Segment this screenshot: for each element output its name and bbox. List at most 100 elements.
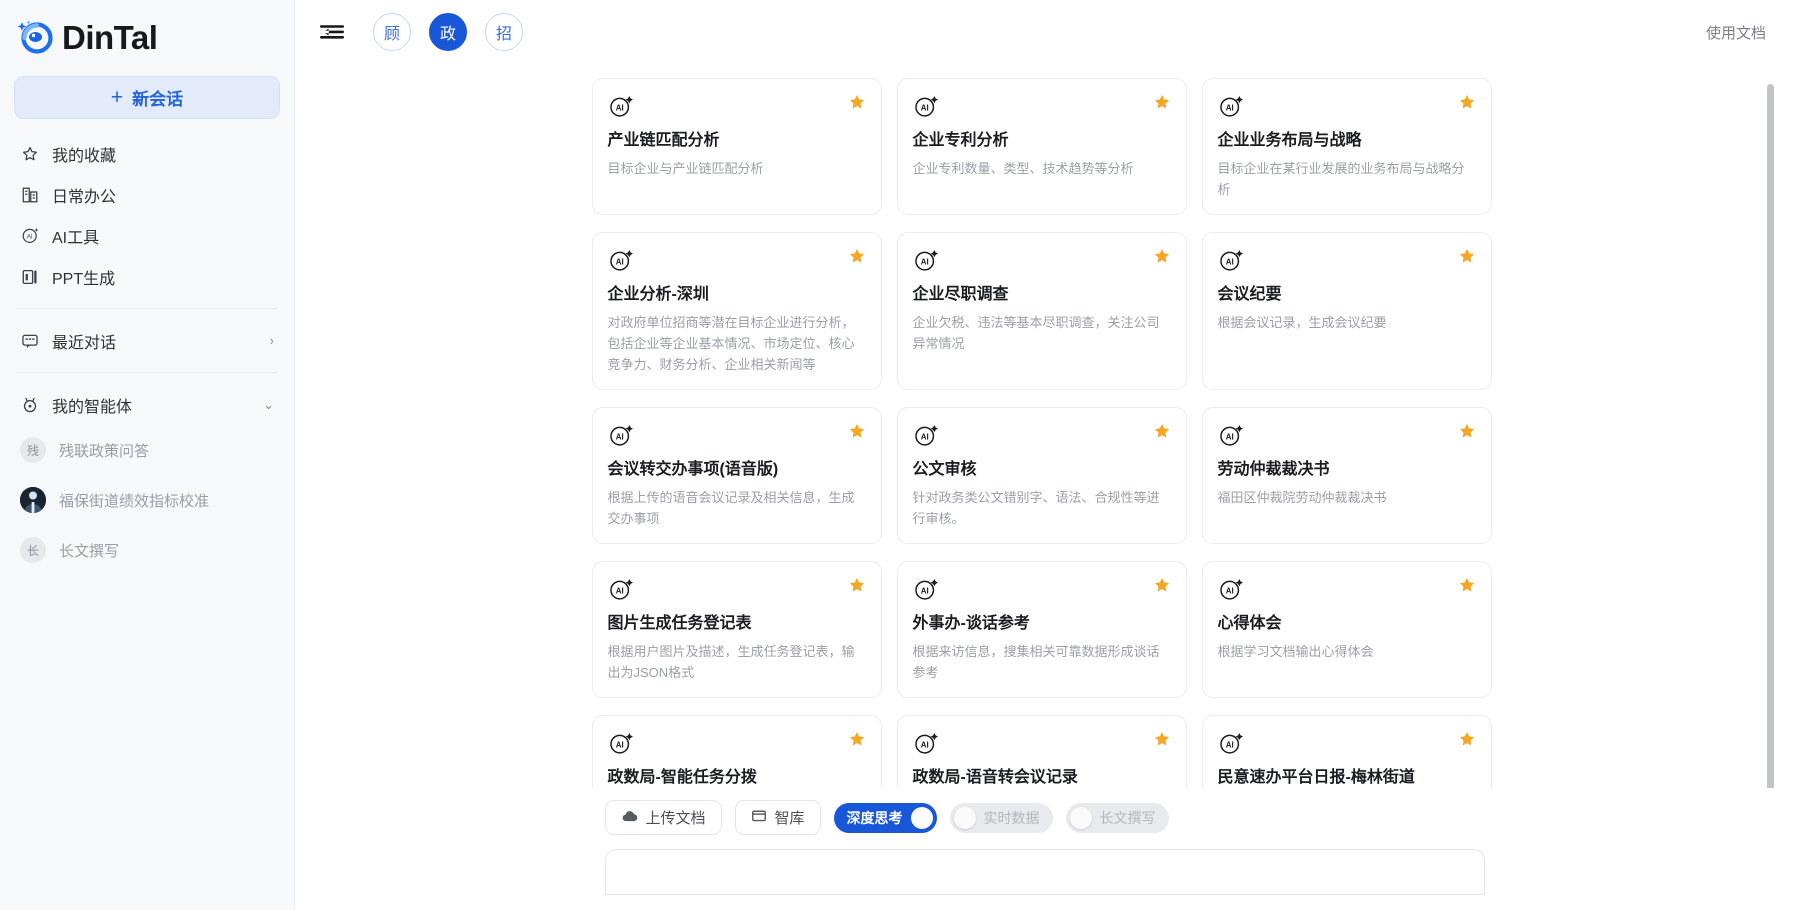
favorite-star-icon[interactable] [1458,730,1476,748]
agent-card[interactable]: AI会议纪要根据会议记录，生成会议纪要 [1202,232,1492,390]
sidebar-item-label: 我的收藏 [52,142,116,166]
sidebar-item-ai-tools[interactable]: AI AI工具 [10,215,284,256]
chat-input[interactable] [605,849,1485,895]
cards-scroll-container[interactable]: AI产业链匹配分析目标企业与产业链匹配分析AI企业专利分析企业专利数量、类型、技… [295,64,1794,788]
pill-zhao[interactable]: 招 [485,13,523,51]
ai-badge-icon: AI [913,576,939,602]
sidebar-agent-item[interactable]: 长 长文撰写 [0,525,294,575]
sidebar: DinTal + 新会话 我的收藏 [0,0,295,910]
ai-badge-icon: AI [913,93,939,119]
sidebar-section-my-agents[interactable]: 我的智能体 ⌄ [0,384,294,425]
ai-badge-icon: AI [1218,247,1244,273]
workspace-pills: 顾 政 招 [373,13,523,51]
agent-card[interactable]: AI民意速办平台日报-梅林街道街道办当日重点工单处置情况 [1202,715,1492,788]
svg-text:AI: AI [1225,433,1233,442]
agent-card[interactable]: AI心得体会根据学习文档输出心得体会 [1202,561,1492,698]
agent-card[interactable]: AI外事办-谈话参考根据来访信息，搜集相关可靠数据形成谈话参考 [897,561,1187,698]
agent-card[interactable]: AI会议转交办事项(语音版)根据上传的语音会议记录及相关信息，生成交办事项 [592,407,882,544]
card-description: 目标企业与产业链匹配分析 [608,158,866,179]
sidebar-item-recent-chats[interactable]: 最近对话 › [0,320,294,361]
favorite-star-icon[interactable] [848,730,866,748]
toggle-deep-thinking[interactable]: 深度思考 [834,803,937,833]
brand-name: DinTal [62,21,157,54]
collapse-menu-icon[interactable] [315,17,349,47]
sidebar-divider-2 [16,372,278,373]
knowledge-base-icon [751,808,767,827]
card-header: AI [608,247,866,273]
svg-text:AI: AI [920,257,928,266]
favorite-star-icon[interactable] [848,422,866,440]
usage-docs-link[interactable]: 使用文档 [1706,25,1766,42]
card-title: 企业尽职调查 [913,285,1171,305]
agent-card[interactable]: AI公文审核针对政务类公文错别字、语法、合规性等进行审核。 [897,407,1187,544]
card-description: 对政府单位招商等潜在目标企业进行分析，包括企业等企业基本情况、市场定位、核心竞争… [608,312,866,375]
composer-toolbar: 上传文档 智库 深度思考 [592,800,1498,835]
ai-badge-icon: AI [608,576,634,602]
ppt-icon [20,267,40,287]
card-header: AI [608,93,866,119]
cards-region: AI产业链匹配分析目标企业与产业链匹配分析AI企业专利分析企业专利数量、类型、技… [295,64,1794,788]
toggle-knob [954,807,976,829]
card-header: AI [913,730,1171,756]
avatar: 长 [20,537,46,563]
card-header: AI [1218,730,1476,756]
agent-card[interactable]: AI劳动仲裁裁决书福田区仲裁院劳动仲裁裁决书 [1202,407,1492,544]
toggle-realtime-data[interactable]: 实时数据 [950,803,1053,833]
favorite-star-icon[interactable] [1458,576,1476,594]
toggle-long-form-writing[interactable]: 长文撰写 [1066,803,1169,833]
favorite-star-icon[interactable] [1153,247,1171,265]
agent-card[interactable]: AI图片生成任务登记表根据用户图片及描述，生成任务登记表，输出为JSON格式 [592,561,882,698]
ai-tool-icon: AI [20,226,40,246]
ai-badge-icon: AI [1218,730,1244,756]
app-root: DinTal + 新会话 我的收藏 [0,0,1794,910]
card-title: 政数局-智能任务分拨 [608,768,866,788]
agent-card[interactable]: AI 企业尽职调查企业欠税、违法等基本尽职调查，关注公司异常情况 [897,232,1187,390]
sidebar-item-label: AI工具 [52,224,99,248]
new-chat-button[interactable]: + 新会话 [14,76,280,119]
toggle-knob [911,807,933,829]
favorite-star-icon[interactable] [848,247,866,265]
sidebar-agent-item[interactable]: 残 残联政策问答 [0,425,294,475]
favorite-star-icon[interactable] [1153,576,1171,594]
chevron-down-icon: ⌄ [263,397,274,413]
agent-icon [20,395,40,415]
favorite-star-icon[interactable] [848,93,866,111]
card-title: 图片生成任务登记表 [608,614,866,634]
favorite-star-icon[interactable] [848,576,866,594]
agent-card[interactable]: AI产业链匹配分析目标企业与产业链匹配分析 [592,78,882,215]
agent-card[interactable]: AI政数局-智能任务分拨将督办任务分拨至相应责任单位 [592,715,882,788]
sidebar-item-ppt[interactable]: PPT生成 [10,256,284,297]
card-description: 企业欠税、违法等基本尽职调查，关注公司异常情况 [913,312,1171,354]
favorite-star-icon[interactable] [1458,93,1476,111]
favorite-star-icon[interactable] [1458,247,1476,265]
sidebar-agent-item[interactable]: 福保街道绩效指标校准 [0,475,294,525]
agent-card[interactable]: AI企业专利分析企业专利数量、类型、技术趋势等分析 [897,78,1187,215]
toggle-label: 长文撰写 [1100,808,1156,828]
knowledge-base-button[interactable]: 智库 [735,800,821,835]
favorite-star-icon[interactable] [1153,730,1171,748]
agent-card[interactable]: AI企业分析-深圳对政府单位招商等潜在目标企业进行分析，包括企业等企业基本情况、… [592,232,882,390]
pill-zheng[interactable]: 政 [429,13,467,51]
upload-document-button[interactable]: 上传文档 [605,800,722,835]
ai-badge-icon: AI [608,422,634,448]
favorite-star-icon[interactable] [1153,93,1171,111]
card-title: 民意速办平台日报-梅林街道 [1218,768,1476,788]
main-area: 顾 政 招 使用文档 AI产业链匹配分析目标企业与产业链匹配分析AI企业专利分析… [295,0,1794,910]
agent-card[interactable]: AI企业业务布局与战略目标企业在某行业发展的业务布局与战略分析 [1202,78,1492,215]
card-title: 公文审核 [913,460,1171,480]
brand-logo: DinTal [0,8,294,70]
sidebar-item-favorites[interactable]: 我的收藏 [10,133,284,174]
card-description: 福田区仲裁院劳动仲裁裁决书 [1218,487,1476,508]
agent-card[interactable]: AI政数局-语音转会议记录根据用户提供的语音和基本信息，生成模版化纪要 [897,715,1187,788]
topbar: 顾 政 招 使用文档 [295,0,1794,64]
agent-card-grid: AI产业链匹配分析目标企业与产业链匹配分析AI企业专利分析企业专利数量、类型、技… [592,78,1498,788]
toggle-label: 深度思考 [847,808,903,828]
pill-gu[interactable]: 顾 [373,13,411,51]
favorite-star-icon[interactable] [1458,422,1476,440]
favorite-star-icon[interactable] [1153,422,1171,440]
sidebar-item-daily-office[interactable]: 日常办公 [10,174,284,215]
new-chat-label: 新会话 [132,85,183,110]
ai-badge-icon: AI [608,247,634,273]
ai-badge-icon: AI [913,247,939,273]
dintal-logo-icon [16,18,56,56]
